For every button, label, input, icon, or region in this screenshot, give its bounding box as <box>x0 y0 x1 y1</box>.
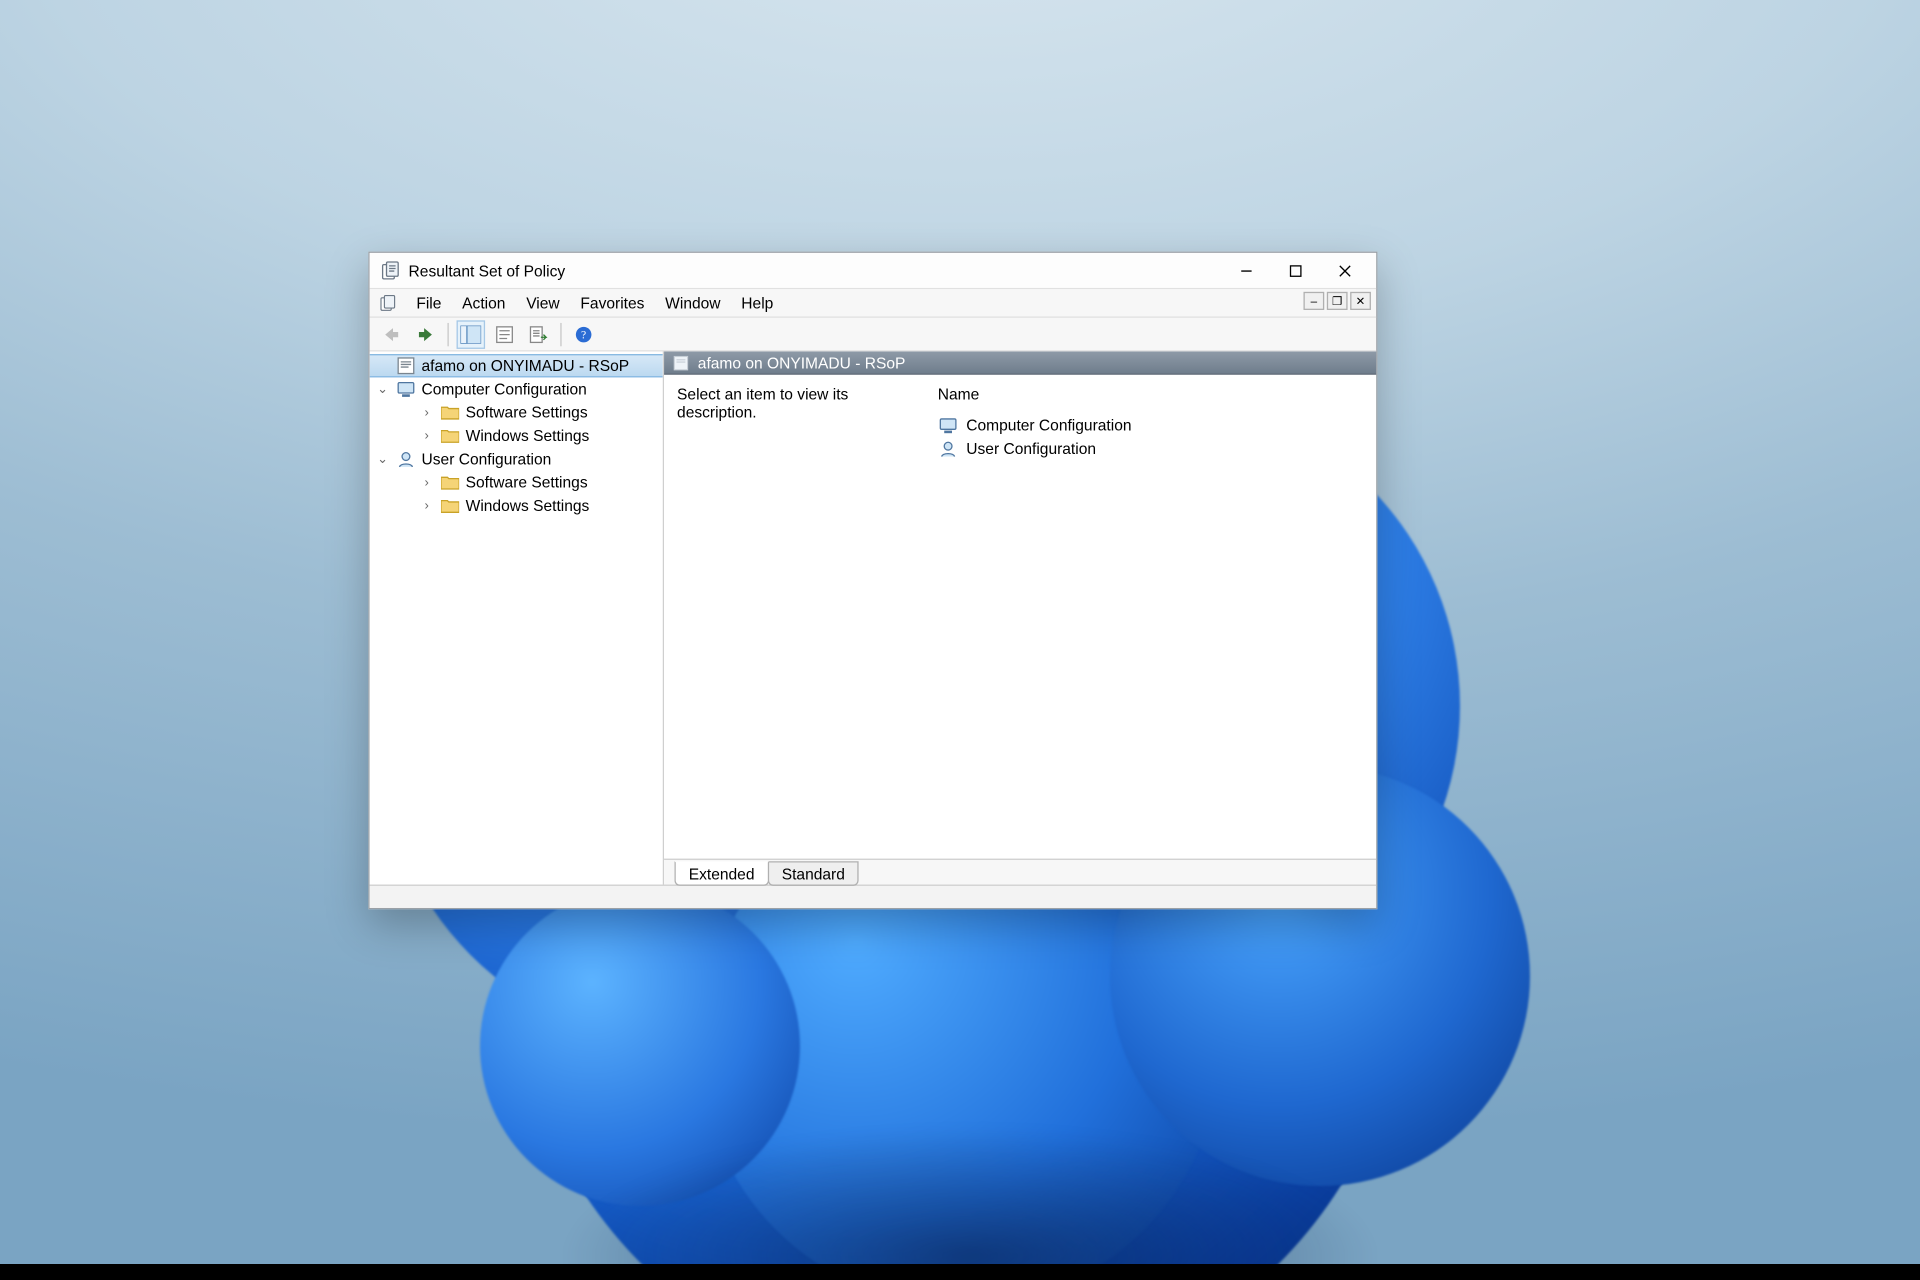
arrow-left-icon <box>383 326 401 342</box>
rsop-report-icon <box>672 353 690 371</box>
computer-config-icon <box>396 379 417 400</box>
window-minimize-button[interactable] <box>1223 256 1270 285</box>
window-title: Resultant Set of Policy <box>409 261 1224 279</box>
menu-window[interactable]: Window <box>655 291 731 314</box>
list-item-label: Computer Configuration <box>966 416 1131 434</box>
view-tabs: Extended Standard <box>664 859 1376 885</box>
arrow-right-icon <box>416 326 434 342</box>
toolbar-forward-button[interactable] <box>411 320 440 349</box>
expander-icon[interactable]: › <box>419 499 435 513</box>
restore-icon: ❐ <box>1332 295 1342 307</box>
tree-root[interactable]: ▸ afamo on ONYIMADU - RSoP <box>370 354 663 377</box>
tree-node-label: User Configuration <box>422 450 552 468</box>
tree-node-label: Software Settings <box>466 473 588 491</box>
menu-action[interactable]: Action <box>452 291 516 314</box>
menu-favorites[interactable]: Favorites <box>570 291 655 314</box>
minimize-icon: – <box>1311 295 1318 307</box>
menu-file[interactable]: File <box>406 291 452 314</box>
user-config-icon <box>396 449 417 470</box>
computer-config-icon <box>938 415 959 436</box>
properties-icon <box>495 325 513 343</box>
folder-icon <box>440 472 461 493</box>
user-config-icon <box>938 438 959 459</box>
tree-node-windows-settings[interactable]: › Windows Settings <box>370 424 663 447</box>
tree-node-software-settings[interactable]: › Software Settings <box>370 401 663 424</box>
export-list-icon <box>529 325 547 343</box>
result-pane: afamo on ONYIMADU - RSoP Select an item … <box>664 351 1376 884</box>
mdi-restore-button[interactable]: ❐ <box>1327 292 1348 310</box>
expander-icon[interactable]: › <box>419 475 435 489</box>
tree-node-label: Windows Settings <box>466 497 590 515</box>
rsop-report-icon <box>396 355 417 376</box>
window-maximize-button[interactable] <box>1272 256 1319 285</box>
list-item[interactable]: User Configuration <box>938 437 1363 460</box>
tree-node-computer-configuration[interactable]: ⌄ Computer Configuration <box>370 377 663 400</box>
app-icon <box>380 260 401 281</box>
list-item-label: User Configuration <box>966 440 1096 458</box>
menubar: File Action View Favorites Window Help –… <box>370 289 1376 318</box>
result-pane-title: afamo on ONYIMADU - RSoP <box>698 353 906 371</box>
description-column: Select an item to view its description. <box>677 385 917 848</box>
tree-pane-icon <box>460 325 481 343</box>
titlebar[interactable]: Resultant Set of Policy <box>370 253 1376 289</box>
folder-icon <box>440 402 461 423</box>
expander-icon[interactable]: › <box>419 429 435 443</box>
tree-node-label: Windows Settings <box>466 427 590 445</box>
console-tree[interactable]: ▸ afamo on ONYIMADU - RSoP ⌄ Computer Co… <box>370 351 664 884</box>
tree-node-label: Computer Configuration <box>422 380 587 398</box>
expander-icon[interactable]: ⌄ <box>375 452 391 466</box>
tab-standard[interactable]: Standard <box>767 861 859 886</box>
mdi-minimize-button[interactable]: – <box>1303 292 1324 310</box>
folder-icon <box>440 495 461 516</box>
toolbar-export-button[interactable] <box>524 320 553 349</box>
menu-view[interactable]: View <box>516 291 570 314</box>
result-pane-header: afamo on ONYIMADU - RSoP <box>664 351 1376 374</box>
toolbar-properties-button[interactable] <box>490 320 519 349</box>
folder-icon <box>440 425 461 446</box>
list-item[interactable]: Computer Configuration <box>938 414 1363 437</box>
close-icon: ✕ <box>1356 295 1366 307</box>
description-prompt: Select an item to view its description. <box>677 385 848 421</box>
column-header-name[interactable]: Name <box>938 385 1363 406</box>
tree-node-windows-settings[interactable]: › Windows Settings <box>370 494 663 517</box>
toolbar-help-button[interactable]: ? <box>569 320 598 349</box>
menu-help[interactable]: Help <box>731 291 784 314</box>
toolbar-back-button[interactable] <box>377 320 406 349</box>
mmc-window: Resultant Set of Policy <box>368 252 1377 910</box>
tree-node-user-configuration[interactable]: ⌄ User Configuration <box>370 447 663 470</box>
tree-node-label: Software Settings <box>466 403 588 421</box>
tab-extended[interactable]: Extended <box>674 861 768 886</box>
svg-text:?: ? <box>581 328 586 341</box>
toolbar: ? <box>370 318 1376 352</box>
window-close-button[interactable] <box>1322 256 1369 285</box>
items-column: Name Computer Configuration <box>938 385 1363 848</box>
toolbar-separator <box>560 322 561 345</box>
tree-node-software-settings[interactable]: › Software Settings <box>370 471 663 494</box>
toolbar-show-tree-button[interactable] <box>457 320 486 349</box>
statusbar <box>370 885 1376 908</box>
mdi-close-button[interactable]: ✕ <box>1350 292 1371 310</box>
toolbar-separator <box>447 322 448 345</box>
tree-root-label: afamo on ONYIMADU - RSoP <box>422 357 630 375</box>
expander-icon[interactable]: ⌄ <box>375 382 391 396</box>
help-icon: ? <box>575 325 593 343</box>
mdi-system-icon[interactable] <box>377 292 398 313</box>
expander-icon[interactable]: › <box>419 405 435 419</box>
